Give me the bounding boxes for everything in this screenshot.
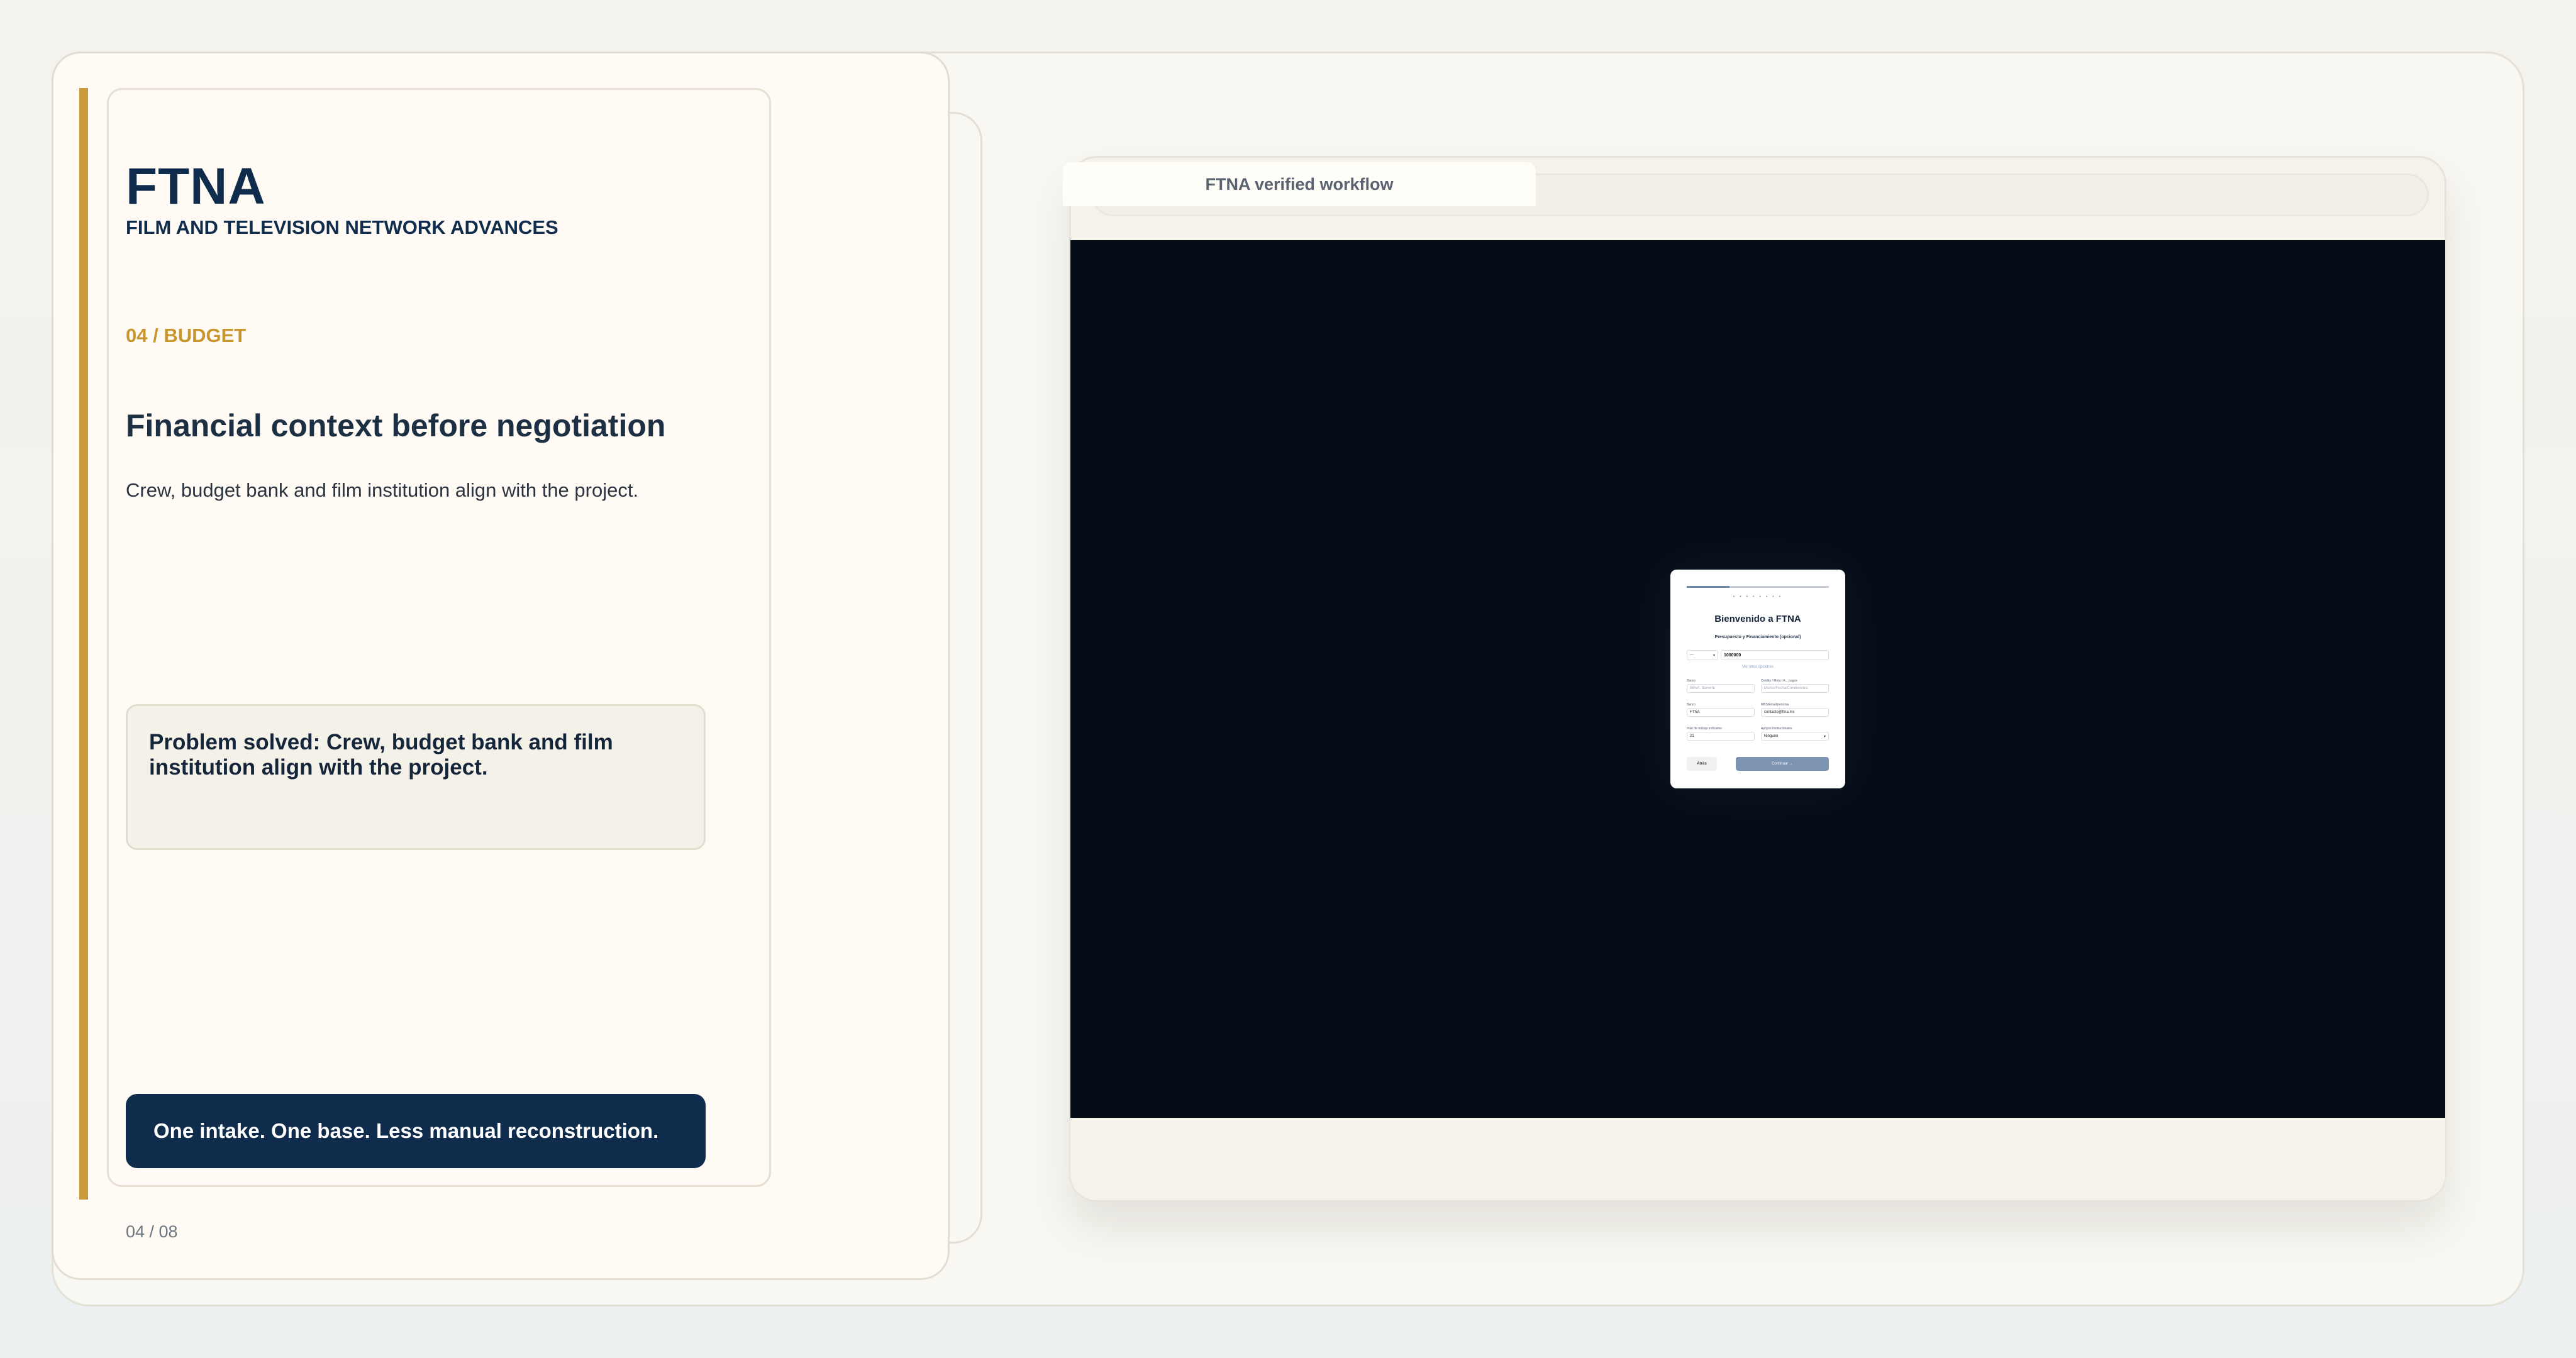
country-code-value: — (1690, 653, 1694, 657)
problem-box: Problem solved: Crew, budget bank and fi… (126, 704, 706, 850)
phone-input[interactable]: 1000000 (1721, 650, 1829, 660)
page-number: 04 / 08 (126, 1222, 178, 1241)
work-plan-input[interactable]: 21 (1687, 732, 1755, 741)
field-bank-name: Banco FTNA (1687, 703, 1755, 717)
browser-footer (1070, 1118, 2445, 1200)
tagline-text: One intake. One base. Less manual recons… (153, 1119, 659, 1142)
field-label: Plan de trabajo indicativo (1687, 727, 1722, 731)
modal-title: Bienvenido a FTNA (1714, 614, 1801, 624)
back-button[interactable]: Atrás (1687, 757, 1717, 771)
country-code-select[interactable]: — ▾ (1687, 650, 1718, 660)
continue-button[interactable]: Continuar → (1736, 757, 1829, 771)
browser-tab[interactable]: FTNA verified workflow (1063, 162, 1536, 206)
chevron-down-icon: ▾ (1823, 734, 1826, 739)
progress-fill (1687, 586, 1729, 588)
tagline-box: One intake. One base. Less manual recons… (126, 1094, 706, 1168)
brand-title: FTNA (126, 158, 266, 215)
bank-input[interactable]: BBVA, Banorte (1687, 684, 1755, 693)
options-link[interactable]: Ver otras opciones (1670, 665, 1845, 669)
email-input[interactable]: contacto@ftna.mx (1761, 708, 1829, 717)
bank-name-input[interactable]: FTNA (1687, 708, 1755, 717)
field-email: MBS/Email/persona contacto@ftna.mx (1761, 703, 1829, 717)
progress-bar (1687, 586, 1829, 588)
field-label: MBS/Email/persona (1761, 703, 1789, 707)
section-label: 04 / BUDGET (126, 324, 247, 346)
field-label: Crédito / Meta / A... pagos (1761, 679, 1797, 683)
section-heading: Financial context before negotiation (126, 408, 666, 443)
field-label: Apoyos institucionales (1761, 727, 1792, 731)
problem-text: Problem solved: Crew, budget bank and fi… (149, 730, 613, 780)
onboarding-modal: • • • • • • • • Bienvenido a FTNA Presup… (1670, 570, 1845, 788)
chevron-down-icon: ▾ (1713, 653, 1715, 658)
tab-title: FTNA verified workflow (1205, 174, 1394, 194)
field-work-plan: Plan de trabajo indicativo 21 (1687, 727, 1755, 741)
support-select[interactable]: Ninguno ▾ (1761, 732, 1829, 741)
credit-input[interactable]: Monto/Fecha/Condiciones (1761, 684, 1829, 693)
field-label: Banco (1687, 703, 1696, 707)
field-support: Apoyos institucionales Ninguno ▾ (1761, 727, 1829, 741)
field-label: Banco (1687, 679, 1696, 683)
slide-inner-panel (107, 88, 771, 1187)
modal-subtitle: Presupuesto y Financiamiento (opcional) (1714, 635, 1801, 639)
field-bank: Banco BBVA, Banorte (1687, 679, 1755, 693)
phone-row: — ▾ 1000000 (1687, 650, 1829, 660)
accent-bar (79, 88, 88, 1200)
brand-subtitle: FILM AND TELEVISION NETWORK ADVANCES (126, 216, 558, 238)
field-credit: Crédito / Meta / A... pagos Monto/Fecha/… (1761, 679, 1829, 693)
step-dots: • • • • • • • • (1733, 595, 1783, 599)
section-description: Crew, budget bank and film institution a… (126, 479, 639, 501)
